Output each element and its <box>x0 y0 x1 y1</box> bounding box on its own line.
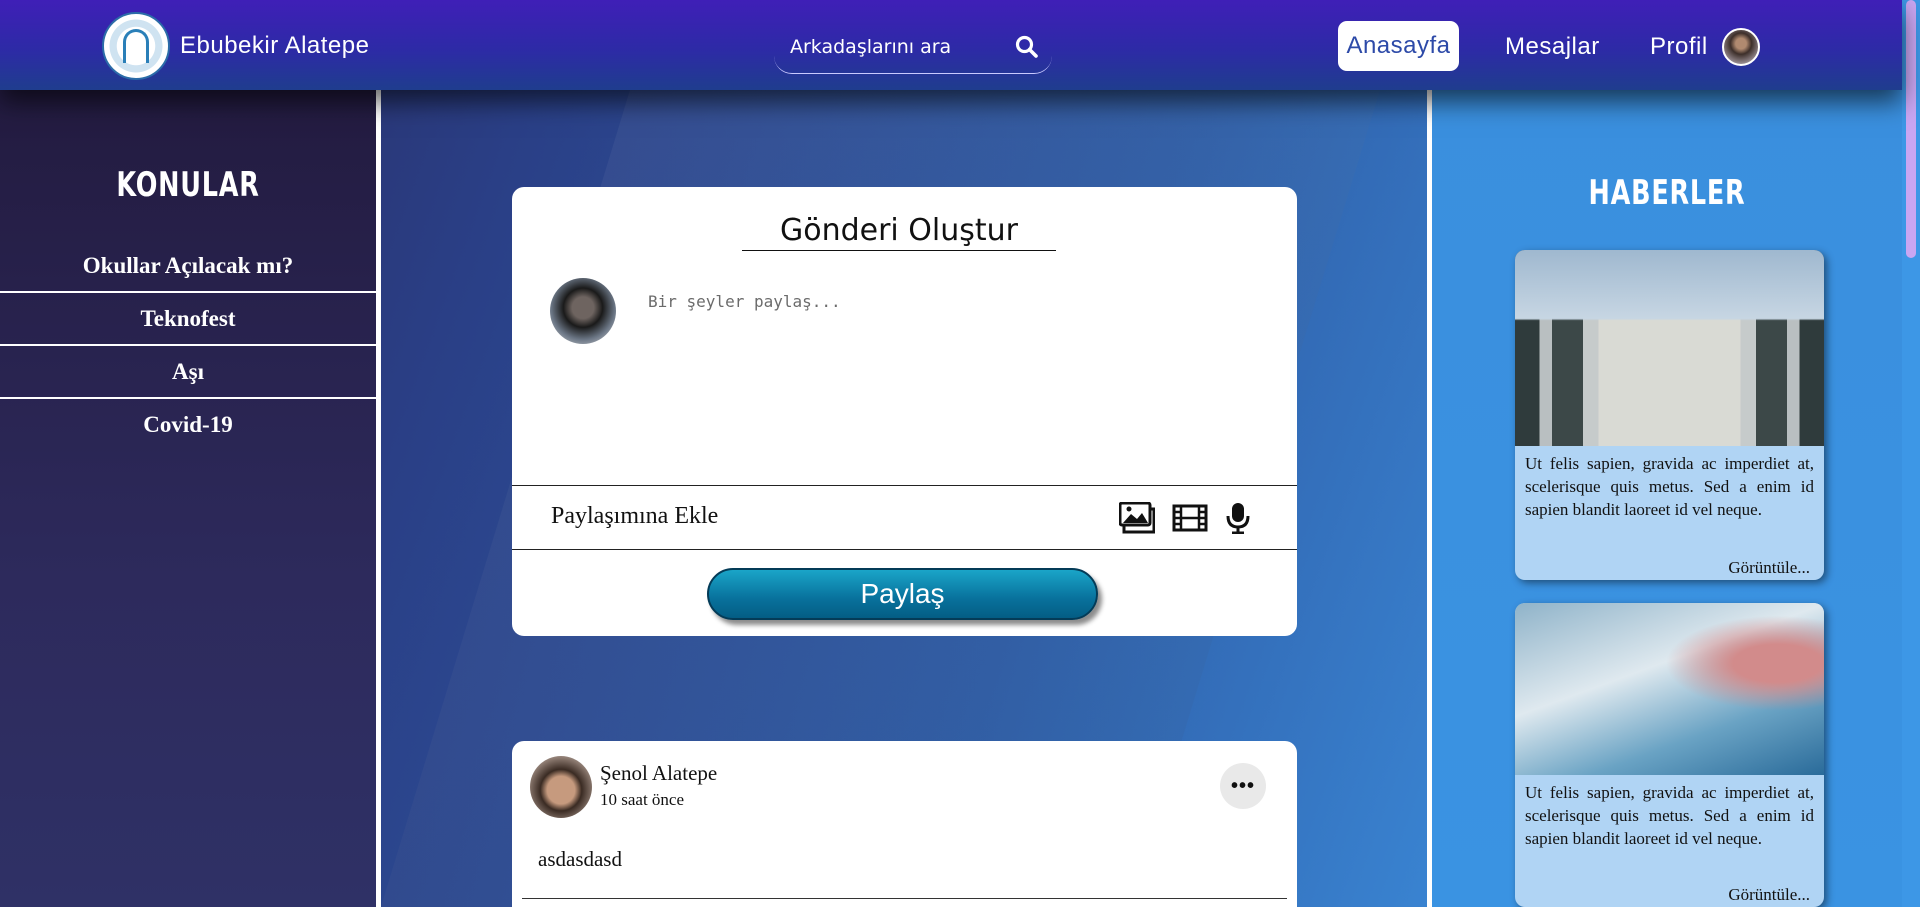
add-media-label: Paylaşımına Ekle <box>551 503 719 529</box>
news-title: HABERLER <box>1588 173 1746 213</box>
brand-name[interactable]: Ebubekir Alatepe <box>180 32 369 60</box>
search-icon[interactable] <box>1014 34 1040 60</box>
post-text-input[interactable] <box>648 292 1248 452</box>
scrollbar-thumb[interactable] <box>1906 0 1916 258</box>
post-card: Şenol Alatepe 10 saat önce ••• asdasdasd <box>512 741 1297 907</box>
more-options-icon[interactable]: ••• <box>1220 763 1266 809</box>
left-divider <box>376 90 381 907</box>
profile-avatar[interactable] <box>1722 28 1760 66</box>
news-text: Ut felis sapien, gravida ac imperdiet at… <box>1525 783 1814 848</box>
topic-item[interactable]: Aşı <box>0 346 376 397</box>
post-timestamp: 10 saat önce <box>600 790 685 809</box>
create-post-card: Gönderi Oluştur Paylaşımına Ekle <box>512 187 1297 636</box>
vaccine-syringe-image <box>1515 603 1824 775</box>
news-card[interactable]: Ut felis sapien, gravida ac imperdiet at… <box>1515 250 1824 580</box>
film-icon[interactable] <box>1172 502 1208 534</box>
topics-sidebar <box>0 90 376 907</box>
image-icon[interactable] <box>1119 502 1155 534</box>
news-view-link[interactable]: Görüntüle... <box>1728 558 1810 578</box>
nav-home-button[interactable]: Anasayfa <box>1338 21 1459 71</box>
post-author-avatar[interactable] <box>530 756 592 818</box>
share-button[interactable]: Paylaş <box>707 568 1098 620</box>
user-avatar <box>550 278 616 344</box>
university-building-image <box>1515 250 1824 446</box>
university-logo-icon[interactable] <box>102 12 170 80</box>
post-author-name[interactable]: Şenol Alatepe <box>600 761 717 786</box>
add-media-bar: Paylaşımına Ekle <box>512 485 1297 550</box>
create-post-title: Gönderi Oluştur <box>742 213 1056 251</box>
search-box <box>774 24 1052 74</box>
news-view-link[interactable]: Görüntüle... <box>1728 885 1810 905</box>
search-input[interactable] <box>790 34 1010 60</box>
news-text: Ut felis sapien, gravida ac imperdiet at… <box>1525 454 1814 519</box>
nav-profile-link[interactable]: Profil <box>1650 33 1708 61</box>
topic-item[interactable]: Teknofest <box>0 293 376 344</box>
topic-item[interactable]: Covid-19 <box>0 399 376 450</box>
microphone-icon[interactable] <box>1220 502 1256 534</box>
post-divider <box>522 898 1287 899</box>
top-navbar: Ebubekir Alatepe Anasayfa Mesajlar Profi… <box>0 0 1902 90</box>
nav-messages-link[interactable]: Mesajlar <box>1505 33 1600 61</box>
news-card[interactable]: Ut felis sapien, gravida ac imperdiet at… <box>1515 603 1824 907</box>
topic-item[interactable]: Okullar Açılacak mı? <box>0 240 376 291</box>
topics-title: KONULAR <box>116 165 260 205</box>
post-body: asdasdasd <box>538 847 622 871</box>
